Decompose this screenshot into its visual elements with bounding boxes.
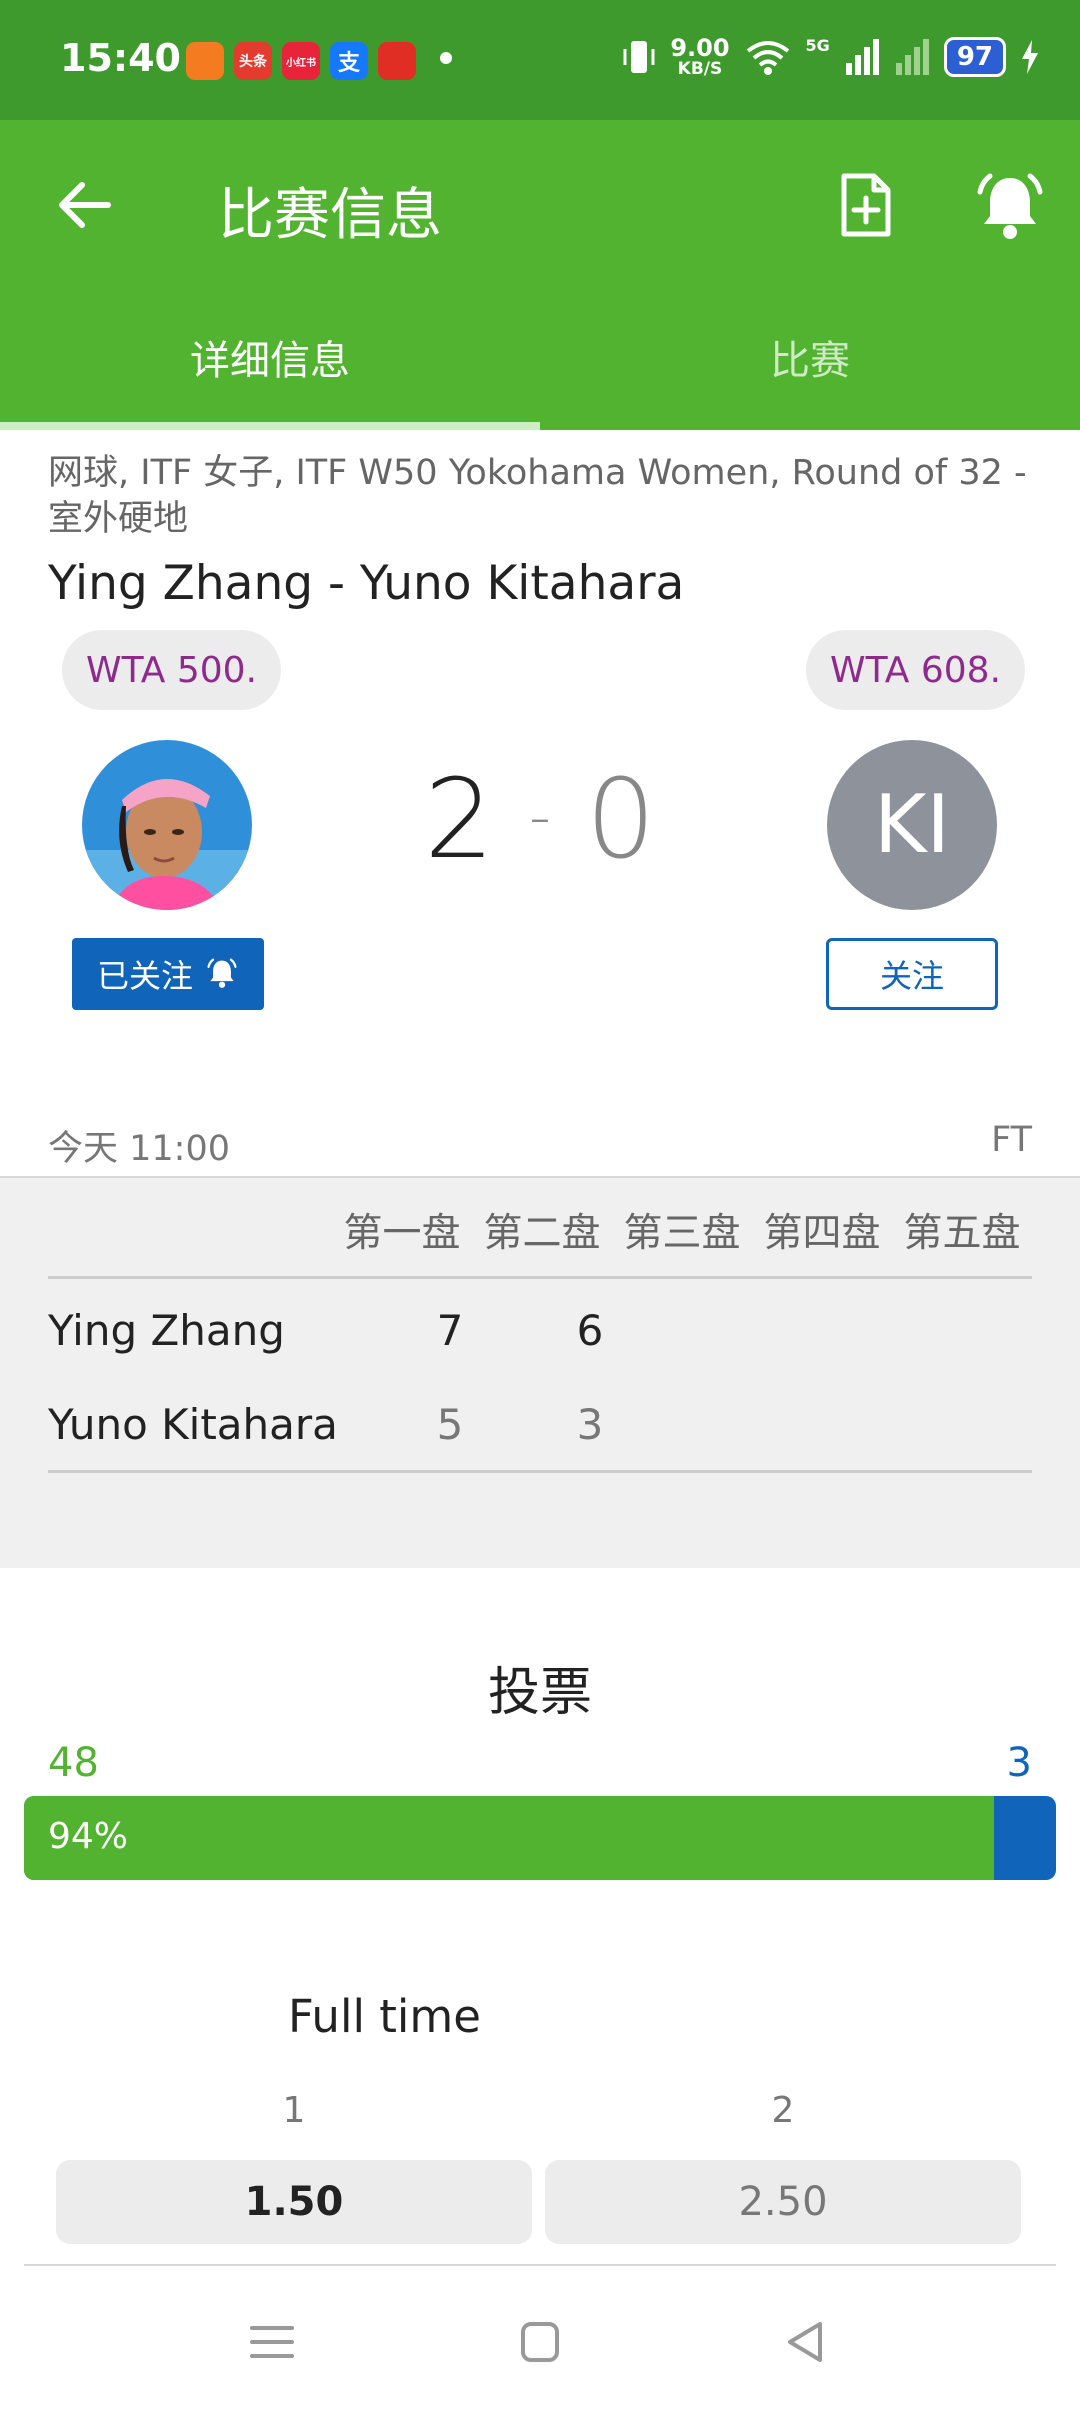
menu-icon xyxy=(250,2326,294,2358)
score-separator: - xyxy=(529,781,551,852)
back-button[interactable] xyxy=(50,170,120,240)
status-indicators: 9.00 KB/S 5G 97 xyxy=(622,36,1040,78)
app-bar: 比赛信息 详细信息 比赛 xyxy=(0,120,1080,430)
player-photo xyxy=(82,740,252,910)
set-header: 第四盘 xyxy=(763,1211,881,1256)
divider xyxy=(48,1276,1032,1279)
home-vote-percent: 94% xyxy=(48,1816,129,1857)
signal-icon xyxy=(845,39,879,75)
arrow-left-icon xyxy=(59,182,111,228)
vibrate-icon xyxy=(623,41,655,73)
add-to-calendar-button[interactable] xyxy=(830,170,900,240)
set-header-row: 第一盘 第二盘 第三盘 第四盘 第五盘 xyxy=(332,1202,1032,1258)
network-speed-value: 9.00 xyxy=(670,34,730,62)
match-status: FT xyxy=(991,1120,1032,1160)
odds-title: Full time xyxy=(288,1990,481,2043)
away-vote-count: 3 xyxy=(1006,1740,1032,1786)
set-score: 3 xyxy=(576,1400,604,1449)
square-icon xyxy=(521,2322,559,2362)
home-ranking-badge: WTA 500. xyxy=(62,630,282,710)
wifi-icon xyxy=(746,41,789,75)
match-score: 2 - 0 xyxy=(420,755,660,883)
app-orange-icon xyxy=(186,42,224,80)
tab-match[interactable]: 比赛 xyxy=(540,310,1080,430)
battery-level: 97 xyxy=(943,37,1006,77)
red-app-icon: 小红书 xyxy=(282,42,320,80)
table-row: Ying Zhang 7 6 xyxy=(48,1286,1032,1376)
set-header: 第一盘 xyxy=(343,1211,461,1256)
matchup-title: Ying Zhang - Yuno Kitahara xyxy=(48,556,685,611)
triangle-back-icon xyxy=(788,2322,822,2362)
divider xyxy=(48,1470,1032,1473)
table-row: Yuno Kitahara 5 3 xyxy=(48,1380,1032,1470)
competition-info: 网球, ITF 女子, ITF W50 Yokohama Women, Roun… xyxy=(48,453,1027,539)
home-score: 2 xyxy=(424,755,495,883)
notification-button[interactable] xyxy=(972,170,1048,246)
followed-label: 已关注 xyxy=(96,957,193,995)
status-bar: 15:40 头条 小红书 支 9.00 KB/S 5G 97 xyxy=(0,0,1080,120)
odds-button-home[interactable]: 1.50 xyxy=(56,2160,532,2244)
start-time: 今天 11:00 xyxy=(48,1129,230,1169)
page-title: 比赛信息 xyxy=(218,183,442,248)
tab-details[interactable]: 详细信息 xyxy=(0,310,540,430)
active-tab-indicator xyxy=(0,422,540,430)
set-header: 第二盘 xyxy=(483,1211,601,1256)
vote-title: 投票 xyxy=(487,1663,592,1723)
signal-secondary-icon xyxy=(895,39,929,75)
away-player-avatar[interactable]: KI xyxy=(827,740,997,910)
charging-icon xyxy=(1022,40,1038,74)
divider xyxy=(24,2264,1056,2266)
set-scores-table: 第一盘 第二盘 第三盘 第四盘 第五盘 Ying Zhang 7 6 Yuno … xyxy=(0,1176,1080,1568)
pinduoduo-icon xyxy=(378,42,416,80)
system-nav-bar xyxy=(0,2270,1080,2414)
network-speed: 9.00 KB/S xyxy=(670,36,729,78)
odds-button-away[interactable]: 2.50 xyxy=(545,2160,1021,2244)
set-header: 第三盘 xyxy=(623,1211,741,1256)
home-player-avatar[interactable] xyxy=(82,740,252,910)
document-plus-icon xyxy=(841,173,891,237)
bell-ringing-icon xyxy=(207,958,237,988)
set-score: 6 xyxy=(576,1306,604,1355)
home-vote-count: 48 xyxy=(48,1740,99,1786)
more-notifications-dot xyxy=(440,52,452,64)
set-score: 7 xyxy=(436,1306,464,1355)
home-button[interactable] xyxy=(510,2314,570,2370)
player-name: Ying Zhang xyxy=(48,1306,285,1355)
away-score: 0 xyxy=(585,755,656,883)
followed-button[interactable]: 已关注 xyxy=(72,938,264,1010)
odds-label-away: 2 xyxy=(771,2090,795,2131)
status-time: 15:40 xyxy=(60,36,181,80)
set-score: 5 xyxy=(436,1400,464,1449)
recents-button[interactable] xyxy=(242,2314,302,2370)
vote-bar[interactable]: 94% xyxy=(24,1796,1056,1880)
away-ranking-badge: WTA 608. xyxy=(806,630,1026,710)
follow-button[interactable]: 关注 xyxy=(826,938,998,1010)
alipay-icon: 支 xyxy=(330,42,368,80)
odds-label-home: 1 xyxy=(282,2090,306,2131)
player-name: Yuno Kitahara xyxy=(48,1400,338,1449)
system-back-button[interactable] xyxy=(776,2314,836,2370)
notification-app-icons: 头条 小红书 支 xyxy=(186,42,416,80)
home-vote-fill xyxy=(24,1796,995,1880)
bell-ringing-icon xyxy=(977,173,1043,239)
toutiao-icon: 头条 xyxy=(234,42,272,80)
network-speed-unit: KB/S xyxy=(677,59,723,79)
set-header: 第五盘 xyxy=(903,1211,1021,1256)
network-type: 5G xyxy=(805,36,830,55)
